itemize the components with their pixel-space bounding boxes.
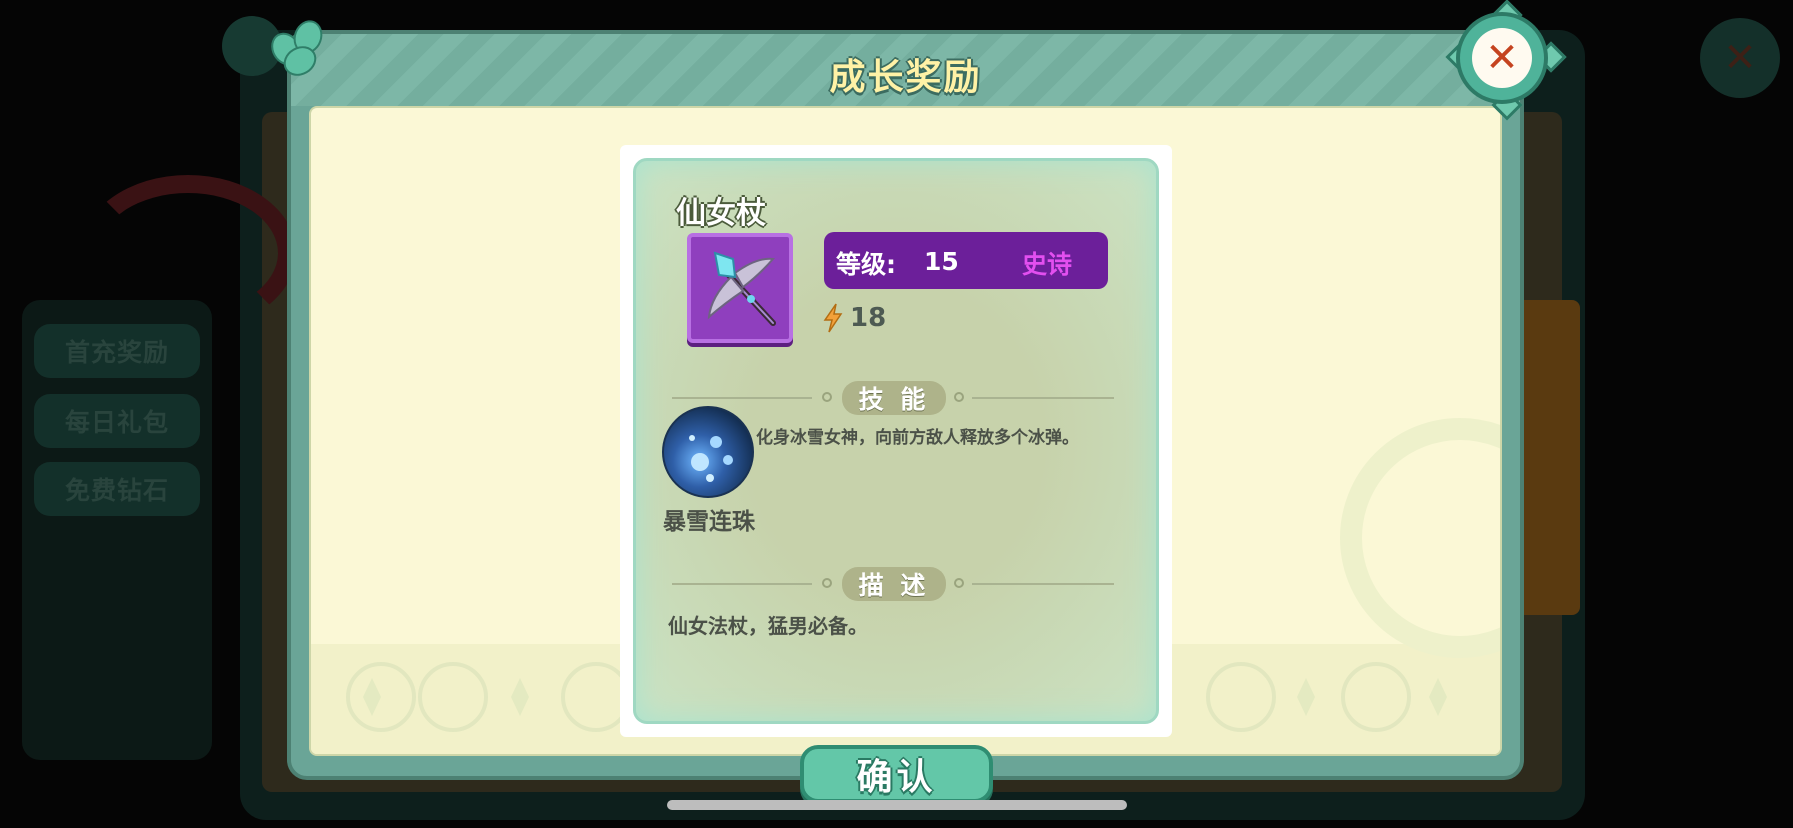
- leaf-ornament-icon: [265, 16, 327, 82]
- divider-dot: [822, 392, 832, 402]
- close-button[interactable]: ✕: [1445, 0, 1567, 121]
- level-value: 15: [924, 247, 959, 276]
- background-close-icon: ✕: [1700, 18, 1780, 98]
- first-recharge-button: 首充奖励: [34, 324, 200, 378]
- daily-pack-button: 每日礼包: [34, 394, 200, 448]
- dialog-header: 成长奖励: [291, 34, 1520, 106]
- level-label: 等级:: [836, 250, 896, 279]
- skill-description: 化身冰雪女神，向前方敌人释放多个冰弹。: [756, 428, 1079, 448]
- dialog-title: 成长奖励: [829, 57, 982, 98]
- divider-line: [972, 397, 1114, 399]
- wheel-ornament: [346, 662, 416, 732]
- sun-ornament: [1340, 418, 1500, 658]
- wheel-ornament: [418, 662, 488, 732]
- divider-dot: [822, 578, 832, 588]
- skill-section-title: 技 能: [842, 381, 946, 415]
- divider-line: [672, 397, 812, 399]
- fairy-staff-icon: [687, 233, 793, 343]
- blizzard-orbs-icon: [662, 406, 754, 498]
- description-section-title: 描 述: [842, 567, 946, 601]
- confirm-label: 确认: [856, 757, 937, 798]
- background-character: [80, 175, 296, 331]
- confirm-button[interactable]: 确认: [800, 745, 993, 803]
- skill-name: 暴雪连珠: [663, 509, 755, 535]
- close-x-icon: ✕: [1472, 28, 1532, 88]
- item-name: 仙女杖: [676, 196, 766, 231]
- home-indicator[interactable]: [667, 800, 1127, 810]
- divider-dot: [954, 578, 964, 588]
- free-diamonds-button: 免费钻石: [34, 462, 200, 516]
- power-value: 18: [850, 303, 887, 333]
- divider-line: [672, 583, 812, 585]
- lightning-icon: [822, 303, 844, 333]
- divider-dot: [954, 392, 964, 402]
- item-description: 仙女法杖，猛男必备。: [668, 614, 868, 638]
- rarity-badge: 史诗: [1022, 250, 1073, 279]
- wheel-ornament: [1341, 662, 1411, 732]
- wheel-ornament: [1206, 662, 1276, 732]
- divider-line: [972, 583, 1114, 585]
